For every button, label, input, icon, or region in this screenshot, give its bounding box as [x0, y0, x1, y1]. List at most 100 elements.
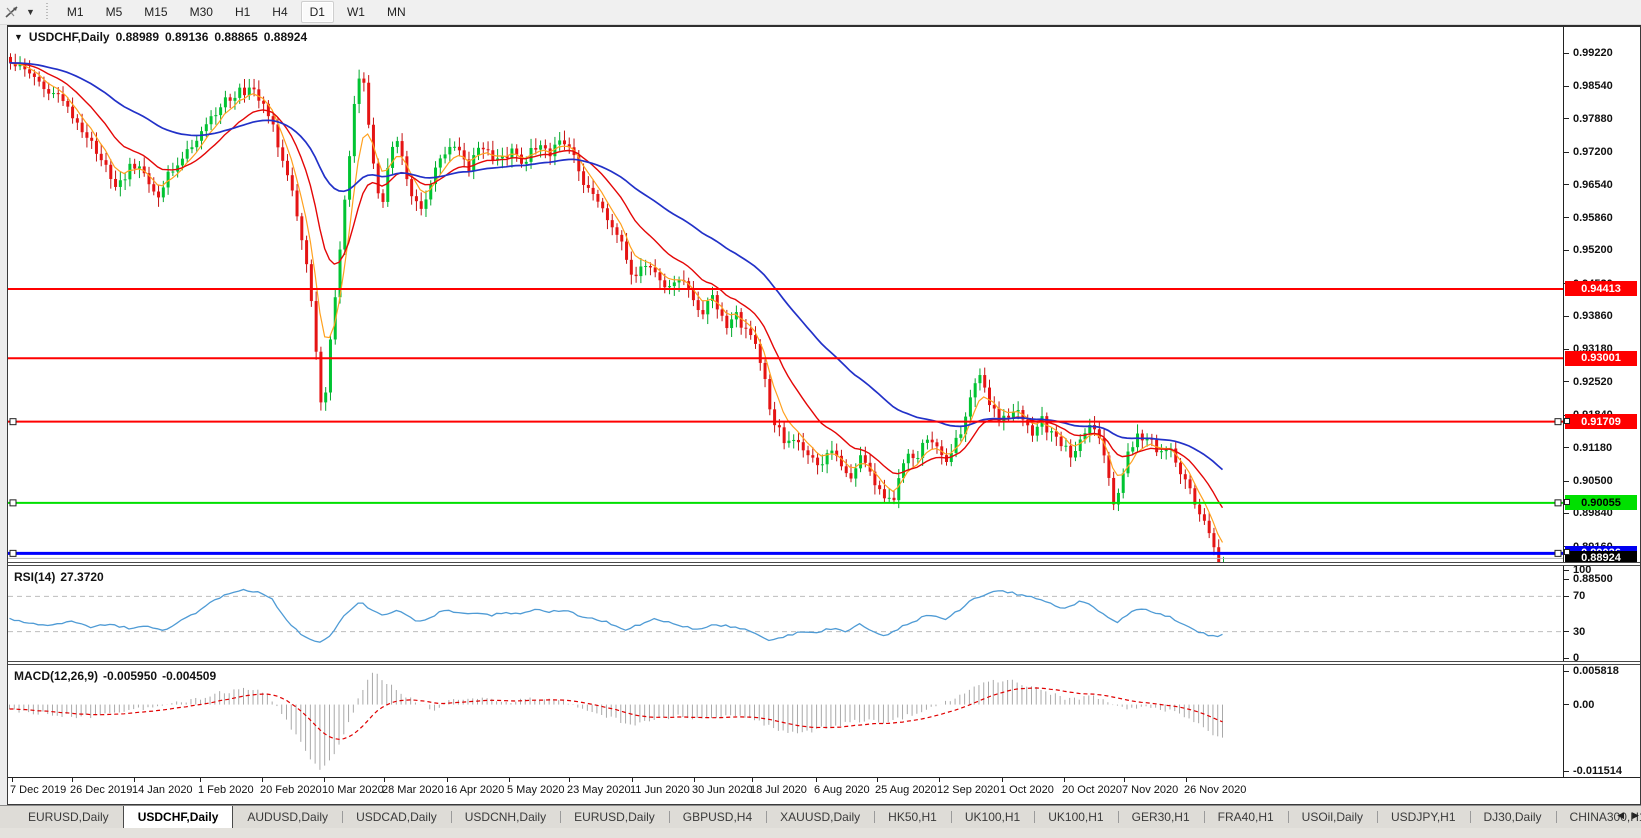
tab-usdchf-daily[interactable]: USDCHF,Daily: [123, 805, 234, 828]
date-label: 20 Oct 2020: [1062, 784, 1122, 796]
timeframe-m15[interactable]: M15: [135, 1, 176, 23]
tick-dash: [1564, 771, 1569, 772]
timeframe-m30[interactable]: M30: [181, 1, 222, 23]
tab-hk50-h1[interactable]: HK50,H1: [874, 807, 951, 828]
timeframe-mn[interactable]: MN: [378, 1, 415, 23]
caret-down-icon[interactable]: ▼: [22, 7, 39, 17]
macd-value-signal: -0.004509: [162, 669, 216, 683]
date-label: 18 Jul 2020: [750, 784, 807, 796]
date-label: 28 Mar 2020: [382, 784, 444, 796]
tabs-scroll-left-icon[interactable]: ◀: [1617, 810, 1624, 821]
tick-dash: [1564, 217, 1569, 218]
hline-handle[interactable]: [1564, 499, 1570, 505]
price-pane[interactable]: [8, 27, 1564, 562]
macd-tick: 0.00: [1564, 699, 1594, 711]
price-tick: 0.95200: [1564, 244, 1613, 256]
date-tick: [12, 778, 13, 782]
rsi-pane[interactable]: RSI(14)27.3720: [8, 566, 1564, 661]
hline-price-label[interactable]: 0.93001: [1565, 351, 1637, 366]
date-label: 16 Apr 2020: [445, 784, 504, 796]
hline-handle[interactable]: [1564, 549, 1570, 555]
tab-uk100-h1[interactable]: UK100,H1: [1034, 807, 1117, 828]
rsi-canvas[interactable]: [8, 566, 1564, 661]
rsi-name: RSI(14): [14, 570, 55, 584]
cursor-tool-group[interactable]: ▼: [0, 4, 43, 20]
tab-xauusd-daily[interactable]: XAUUSD,Daily: [766, 807, 874, 828]
date-tick: [72, 778, 73, 782]
tab-ger30-h1[interactable]: GER30,H1: [1118, 807, 1204, 828]
tick-dash: [1564, 579, 1569, 580]
tick-text: 0.93860: [1573, 310, 1613, 322]
tick-text: 0.92520: [1573, 376, 1613, 388]
hline-handle[interactable]: [1555, 419, 1561, 425]
tabs-scroll-right-icon[interactable]: ▶: [1632, 810, 1639, 821]
time-axis[interactable]: 7 Dec 201926 Dec 201914 Jan 20201 Feb 20…: [8, 777, 1640, 804]
date-label: 14 Jan 2020: [132, 784, 193, 796]
tick-text: 0.95860: [1573, 212, 1613, 224]
tab-dj30-daily[interactable]: DJ30,Daily: [1470, 807, 1556, 828]
timeframe-d1[interactable]: D1: [301, 1, 334, 23]
date-tick: [509, 778, 510, 782]
hline-price-label[interactable]: 0.91709: [1565, 414, 1637, 429]
hline-handle[interactable]: [1555, 550, 1561, 556]
date-tick: [877, 778, 878, 782]
price-tick: 0.96540: [1564, 179, 1613, 191]
date-label: 10 Mar 2020: [322, 784, 384, 796]
chart-title: ▼ USDCHF,Daily 0.88989 0.89136 0.88865 0…: [14, 30, 307, 44]
tick-dash: [1564, 86, 1569, 87]
timeframe-m1[interactable]: M1: [58, 1, 93, 23]
tick-text: 0.00: [1573, 699, 1594, 711]
price-tick: 0.92520: [1564, 376, 1613, 388]
tick-text: 0.99220: [1573, 47, 1613, 59]
tab-gbpusd-h4[interactable]: GBPUSD,H4: [669, 807, 766, 828]
date-tick: [262, 778, 263, 782]
price-tick: 0.97200: [1564, 146, 1613, 158]
chart-cursor-icon: [4, 4, 22, 20]
price-tick: 0.91180: [1564, 442, 1612, 454]
hline-handle[interactable]: [1555, 500, 1561, 506]
collapse-chart-icon[interactable]: ▼: [14, 32, 23, 42]
tab-fra40-h1[interactable]: FRA40,H1: [1204, 807, 1288, 828]
date-label: 11 Jun 2020: [630, 784, 690, 796]
hline-price-label[interactable]: 0.90055: [1565, 495, 1637, 510]
macd-pane[interactable]: MACD(12,26,9)-0.005950-0.004509: [8, 665, 1564, 777]
price-chart-canvas[interactable]: [8, 27, 1564, 562]
tab-usdcad-daily[interactable]: USDCAD,Daily: [342, 807, 451, 828]
tab-usdcnh-daily[interactable]: USDCNH,Daily: [451, 807, 560, 828]
hline-handle[interactable]: [1564, 418, 1570, 424]
date-tick: [324, 778, 325, 782]
tick-dash: [1564, 671, 1569, 672]
date-tick: [816, 778, 817, 782]
tab-eurusd-daily[interactable]: EURUSD,Daily: [14, 807, 123, 828]
macd-histogram: [10, 673, 1223, 770]
price-tick: 0.99220: [1564, 47, 1613, 59]
hline-handle[interactable]: [10, 550, 16, 556]
date-tick: [632, 778, 633, 782]
tab-eurusd-daily[interactable]: EURUSD,Daily: [560, 807, 669, 828]
rsi-line: [10, 590, 1223, 643]
hline-handle[interactable]: [10, 419, 16, 425]
hline-handle[interactable]: [10, 500, 16, 506]
timeframe-m5[interactable]: M5: [97, 1, 132, 23]
timeframe-buttons: M1M5M15M30H1H4D1W1MN: [56, 1, 417, 23]
date-label: 7 Nov 2020: [1122, 784, 1178, 796]
tick-dash: [1564, 381, 1569, 382]
timeframe-w1[interactable]: W1: [338, 1, 374, 23]
timeframe-h1[interactable]: H1: [226, 1, 259, 23]
date-tick: [1064, 778, 1065, 782]
tab-audusd-daily[interactable]: AUDUSD,Daily: [233, 807, 342, 828]
tab-usdjpy-h1[interactable]: USDJPY,H1: [1377, 807, 1469, 828]
status-strip: [0, 828, 1641, 838]
pane-separator[interactable]: [8, 661, 1640, 665]
symbol-title: USDCHF,Daily: [29, 30, 110, 44]
hline-price-label[interactable]: 0.94413: [1565, 281, 1637, 296]
timeframe-h4[interactable]: H4: [263, 1, 296, 23]
toolbar-grip[interactable]: [45, 3, 50, 21]
tab-uk100-h1[interactable]: UK100,H1: [951, 807, 1034, 828]
pane-separator[interactable]: [8, 562, 1640, 566]
date-label: 26 Dec 2019: [70, 784, 132, 796]
tab-usoil-daily[interactable]: USOil,Daily: [1288, 807, 1377, 828]
macd-canvas[interactable]: [8, 665, 1564, 777]
date-tick: [447, 778, 448, 782]
tick-dash: [1564, 250, 1569, 251]
